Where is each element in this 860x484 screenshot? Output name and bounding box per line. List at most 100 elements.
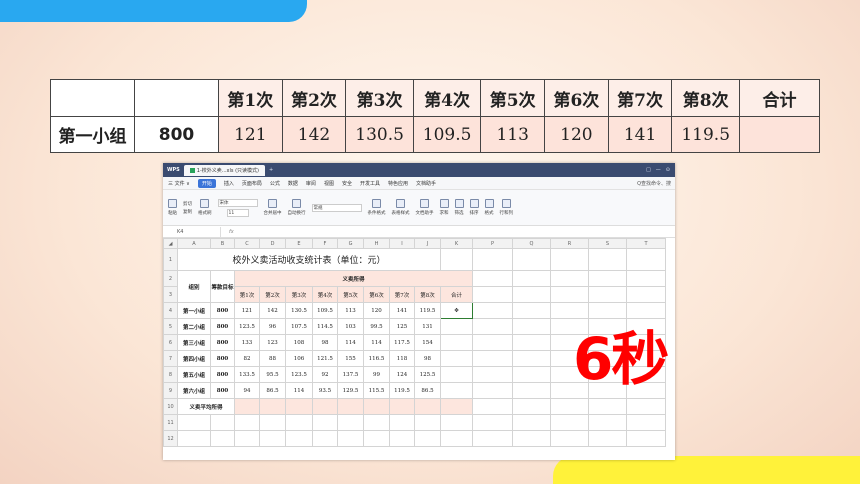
data-cell[interactable]: 800	[210, 382, 235, 399]
sheet-cell[interactable]	[312, 414, 338, 431]
row-header[interactable]: 3	[163, 286, 178, 303]
sheet-cell[interactable]	[259, 430, 286, 447]
row-header[interactable]: 11	[163, 414, 178, 431]
wrap-text-button[interactable]: 自动换行	[288, 199, 306, 216]
sheet-cell[interactable]	[177, 430, 211, 447]
data-cell[interactable]: 154	[414, 334, 441, 351]
sheet-cell[interactable]	[626, 286, 666, 303]
data-cell[interactable]: 116.5	[363, 350, 390, 367]
data-cell[interactable]: 82	[234, 350, 260, 367]
sheet-cell[interactable]	[285, 414, 313, 431]
data-cell[interactable]: 114	[363, 334, 390, 351]
row-header[interactable]: 8	[163, 366, 178, 383]
menu-file[interactable]: 三 文件 ∨	[168, 180, 190, 187]
data-cell[interactable]: 155	[337, 350, 364, 367]
header-round[interactable]: 第4次	[312, 286, 338, 303]
total-cell[interactable]	[440, 318, 473, 335]
average-cell[interactable]	[337, 398, 364, 415]
data-cell[interactable]: 99.5	[363, 318, 390, 335]
data-cell[interactable]: 121	[234, 302, 260, 319]
column-header[interactable]: R	[550, 238, 589, 249]
sheet-cell[interactable]	[588, 248, 627, 271]
format-button[interactable]: 格式	[484, 199, 494, 216]
row-header[interactable]: 1	[163, 248, 178, 271]
header-round[interactable]: 第2次	[259, 286, 286, 303]
menu-insert[interactable]: 插入	[224, 180, 234, 187]
sheet-cell[interactable]	[550, 414, 589, 431]
menu-page-layout[interactable]: 页面布局	[242, 180, 262, 187]
column-header[interactable]: C	[234, 238, 260, 249]
copy-label[interactable]: 复制	[183, 209, 192, 215]
column-header[interactable]: I	[389, 238, 415, 249]
column-header[interactable]: A	[177, 238, 211, 249]
sheet-cell[interactable]	[512, 382, 551, 399]
column-header[interactable]: B	[210, 238, 235, 249]
filter-button[interactable]: 筛选	[454, 199, 464, 216]
data-cell[interactable]: 131	[414, 318, 441, 335]
data-cell[interactable]: 800	[210, 302, 235, 319]
fx-icon[interactable]: fx	[221, 229, 234, 235]
average-cell[interactable]	[312, 398, 338, 415]
menu-security[interactable]: 安全	[342, 180, 352, 187]
data-cell[interactable]: 92	[312, 366, 338, 383]
row-header[interactable]: 2	[163, 270, 178, 287]
sheet-cell[interactable]	[472, 430, 513, 447]
data-cell[interactable]: 125.5	[414, 366, 441, 383]
sheet-cell[interactable]	[177, 414, 211, 431]
sheet-cell[interactable]	[285, 430, 313, 447]
sheet-cell[interactable]	[440, 248, 473, 271]
row-header[interactable]: 5	[163, 318, 178, 335]
menu-doc-assistant[interactable]: 文档助手	[416, 180, 436, 187]
sheet-cell[interactable]	[414, 414, 441, 431]
document-tab[interactable]: 1-校外义卖...xls (只读模式)	[183, 164, 265, 176]
menu-data[interactable]: 数据	[288, 180, 298, 187]
data-cell[interactable]: 800	[210, 350, 235, 367]
column-header[interactable]: Q	[512, 238, 551, 249]
sheet-title[interactable]: 校外义卖活动收支统计表（单位：元）	[177, 248, 441, 271]
header-round[interactable]: 合计	[440, 286, 473, 303]
sheet-cell[interactable]	[210, 430, 235, 447]
average-cell[interactable]	[363, 398, 390, 415]
data-cell[interactable]: 113	[337, 302, 364, 319]
sheet-cell[interactable]	[588, 398, 627, 415]
column-header[interactable]: T	[626, 238, 666, 249]
sheet-cell[interactable]	[389, 414, 415, 431]
data-cell[interactable]: 123	[259, 334, 286, 351]
average-cell[interactable]	[234, 398, 260, 415]
average-cell[interactable]	[389, 398, 415, 415]
font-size-select[interactable]: 11	[226, 208, 249, 217]
menu-view[interactable]: 视图	[324, 180, 334, 187]
sheet-cell[interactable]	[588, 302, 627, 319]
sheet-cell[interactable]	[472, 366, 513, 383]
column-header[interactable]: D	[259, 238, 286, 249]
data-cell[interactable]: 124	[389, 366, 415, 383]
header-group[interactable]: 组别	[177, 270, 211, 303]
average-label[interactable]: 义卖平均所得	[177, 398, 235, 415]
sheet-cell[interactable]	[550, 270, 589, 287]
data-cell[interactable]: 88	[259, 350, 286, 367]
data-cell[interactable]: 109.5	[312, 302, 338, 319]
name-box[interactable]: K4	[163, 226, 221, 237]
merge-center-button[interactable]: 合并居中	[264, 199, 282, 216]
sort-button[interactable]: 排序	[469, 199, 479, 216]
sheet-cell[interactable]	[512, 366, 551, 383]
sheet-cell[interactable]	[550, 398, 589, 415]
sheet-cell[interactable]	[234, 414, 260, 431]
data-cell[interactable]: 103	[337, 318, 364, 335]
sheet-cell[interactable]	[550, 248, 589, 271]
sheet-cell[interactable]	[512, 302, 551, 319]
data-cell[interactable]: 117.5	[389, 334, 415, 351]
sheet-cell[interactable]	[550, 302, 589, 319]
header-sales[interactable]: 义卖所得	[234, 270, 473, 287]
data-cell[interactable]: 123.5	[234, 318, 260, 335]
sheet-cell[interactable]	[472, 286, 513, 303]
sheet-cell[interactable]	[512, 286, 551, 303]
sheet-cell[interactable]	[588, 430, 627, 447]
menu-developer[interactable]: 开发工具	[360, 180, 380, 187]
sheet-cell[interactable]	[472, 334, 513, 351]
data-cell[interactable]: 120	[363, 302, 390, 319]
data-cell[interactable]: 141	[389, 302, 415, 319]
data-cell[interactable]: 93.5	[312, 382, 338, 399]
data-cell[interactable]: 800	[210, 366, 235, 383]
header-round[interactable]: 第5次	[337, 286, 364, 303]
